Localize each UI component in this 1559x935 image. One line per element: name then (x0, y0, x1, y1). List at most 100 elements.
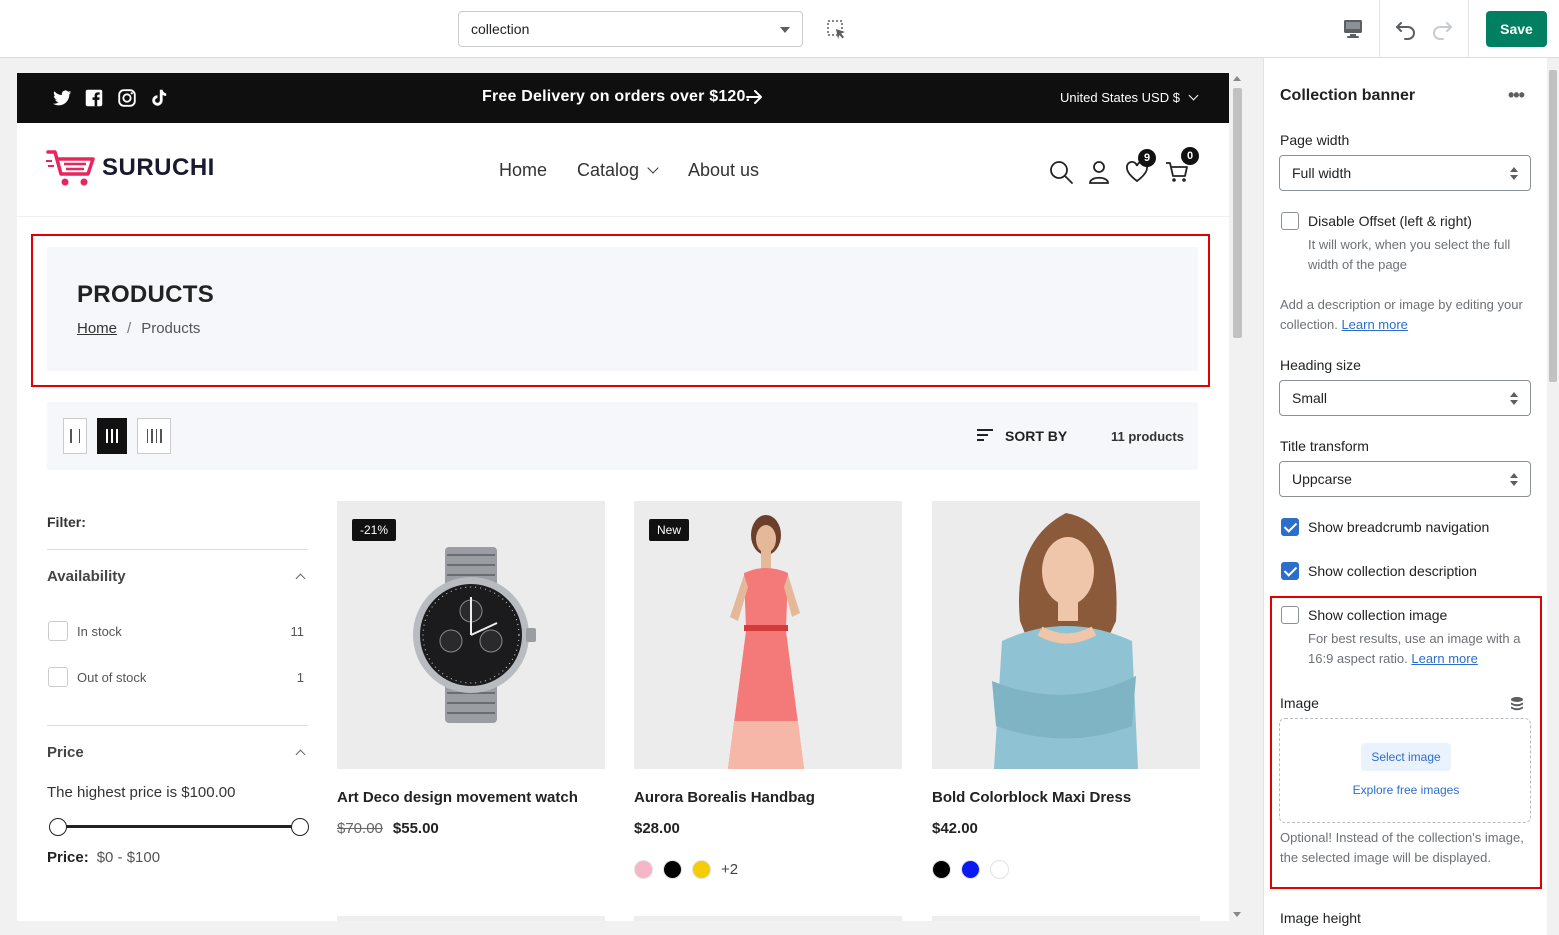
template-select[interactable]: collection (458, 11, 803, 47)
watch-image (413, 547, 536, 723)
price-highest-note: The highest price is $100.00 (47, 784, 236, 801)
panel-scrollbar[interactable] (1547, 58, 1559, 935)
nav-home[interactable]: Home (499, 160, 547, 181)
grid-3-columns-button[interactable] (97, 418, 127, 454)
nav-catalog[interactable]: Catalog (577, 160, 659, 181)
disable-offset-checkbox[interactable] (1281, 212, 1299, 230)
price-range-track[interactable] (57, 825, 301, 828)
scroll-down-arrow[interactable] (1233, 912, 1241, 917)
product-title[interactable]: Bold Colorblock Maxi Dress (932, 789, 1200, 806)
highlight-frame (1270, 596, 1542, 889)
filter-in-stock[interactable]: In stock 11 (47, 621, 308, 643)
select-arrows-icon (1510, 473, 1518, 486)
product-image[interactable]: -21% (337, 501, 605, 769)
show-description-checkbox[interactable] (1281, 562, 1299, 580)
chevron-up-icon[interactable] (295, 749, 306, 760)
filter-heading: Filter: (47, 514, 86, 530)
sale-price: $55.00 (392, 820, 439, 837)
currency-selector[interactable]: United States USD $ (1060, 90, 1199, 105)
store-logo[interactable]: SURUCHI (102, 154, 215, 182)
compare-at-price: $70.00 (337, 820, 383, 837)
grid-4-columns-button[interactable] (137, 418, 171, 454)
chevron-down-icon (1188, 90, 1199, 101)
product-title[interactable]: Art Deco design movement watch (337, 789, 605, 806)
sort-lines-icon[interactable] (976, 428, 994, 442)
page-width-select[interactable]: Full width (1279, 155, 1531, 191)
search-icon[interactable] (1048, 159, 1074, 185)
title-transform-select[interactable]: Uppcarse (1279, 461, 1531, 497)
image-height-label: Image height (1280, 910, 1361, 926)
page-width-label: Page width (1280, 132, 1350, 148)
nav-about[interactable]: About us (688, 160, 759, 181)
divider (1468, 0, 1469, 58)
swatch-yellow[interactable] (692, 859, 711, 879)
announcement-text[interactable]: Free Delivery on orders over $120. (482, 88, 750, 106)
twitter-icon[interactable] (51, 87, 73, 109)
product-card[interactable]: New Aurora Borealis Handbag $28.00 +2 (634, 501, 902, 879)
product-card[interactable]: Bold Colorblock Maxi Dress $42.00 (932, 501, 1200, 879)
select-arrows-icon (1510, 392, 1518, 405)
heading-size-label: Heading size (1280, 357, 1361, 373)
inspect-selector-icon[interactable] (826, 19, 848, 41)
out-of-stock-count: 1 (296, 670, 304, 685)
grid-2-columns-button[interactable] (63, 418, 87, 454)
template-select-value: collection (471, 21, 530, 37)
sort-by-button[interactable]: SORT BY (1005, 428, 1067, 444)
desktop-preview-icon[interactable] (1341, 18, 1365, 40)
scroll-up-arrow[interactable] (1233, 76, 1241, 81)
title-transform-value: Uppcarse (1292, 471, 1352, 487)
out-of-stock-label: Out of stock (77, 670, 147, 685)
preview-scrollbar[interactable] (1229, 73, 1246, 921)
product-price: $42.00 (932, 820, 978, 837)
instagram-icon[interactable] (116, 87, 138, 109)
scrollbar-thumb[interactable] (1549, 70, 1557, 382)
store-header: SURUCHI Home Catalog About us 9 0 (17, 123, 1229, 217)
out-of-stock-checkbox[interactable] (48, 667, 68, 687)
product-card-next-row (634, 916, 902, 921)
show-breadcrumb-checkbox[interactable] (1281, 518, 1299, 536)
currency-label: United States USD $ (1060, 90, 1180, 105)
product-count: 11 products (1111, 429, 1184, 444)
availability-facet-toggle[interactable]: Availability (47, 568, 126, 585)
page-width-value: Full width (1292, 165, 1352, 181)
filter-out-of-stock[interactable]: Out of stock 1 (47, 667, 308, 689)
divider (47, 549, 308, 550)
price-range-value: $0 - $100 (96, 849, 161, 866)
tiktok-icon[interactable] (148, 87, 170, 109)
swatch-pink[interactable] (634, 859, 653, 879)
product-card[interactable]: -21% Art Deco design movement watch $70.… (337, 501, 605, 837)
arrow-right-icon (746, 90, 762, 104)
price-min-handle[interactable] (49, 818, 67, 836)
in-stock-checkbox[interactable] (48, 621, 68, 641)
more-swatches[interactable]: +2 (721, 861, 738, 878)
product-image[interactable] (932, 501, 1200, 769)
swatch-black[interactable] (663, 859, 682, 879)
divider (1379, 0, 1380, 58)
dress-model-image (728, 515, 804, 769)
title-transform-label: Title transform (1280, 438, 1369, 454)
swatch-black[interactable] (932, 859, 951, 879)
facebook-icon[interactable] (83, 87, 105, 109)
more-options-icon[interactable]: ••• (1508, 86, 1525, 104)
swatch-white[interactable] (990, 859, 1009, 879)
redo-icon[interactable] (1430, 17, 1454, 41)
cart-logo-icon[interactable] (46, 148, 96, 188)
highlight-frame (31, 234, 1210, 387)
product-title[interactable]: Aurora Borealis Handbag (634, 789, 902, 806)
product-price: $70.00 $55.00 (337, 820, 605, 837)
undo-icon[interactable] (1394, 17, 1418, 41)
learn-more-link[interactable]: Learn more (1341, 317, 1407, 332)
select-arrows-icon (1510, 167, 1518, 180)
product-image[interactable]: New (634, 501, 902, 769)
price-facet-toggle[interactable]: Price (47, 744, 84, 761)
scrollbar-thumb[interactable] (1233, 88, 1242, 338)
product-card-next-row (932, 916, 1200, 921)
price-max-handle[interactable] (291, 818, 309, 836)
save-button[interactable]: Save (1486, 11, 1547, 47)
heading-size-select[interactable]: Small (1279, 380, 1531, 416)
show-breadcrumb-label: Show breadcrumb navigation (1308, 519, 1490, 535)
color-swatches: +2 (634, 859, 902, 879)
swatch-blue[interactable] (961, 859, 980, 879)
account-icon[interactable] (1086, 159, 1112, 185)
chevron-up-icon[interactable] (295, 573, 306, 584)
